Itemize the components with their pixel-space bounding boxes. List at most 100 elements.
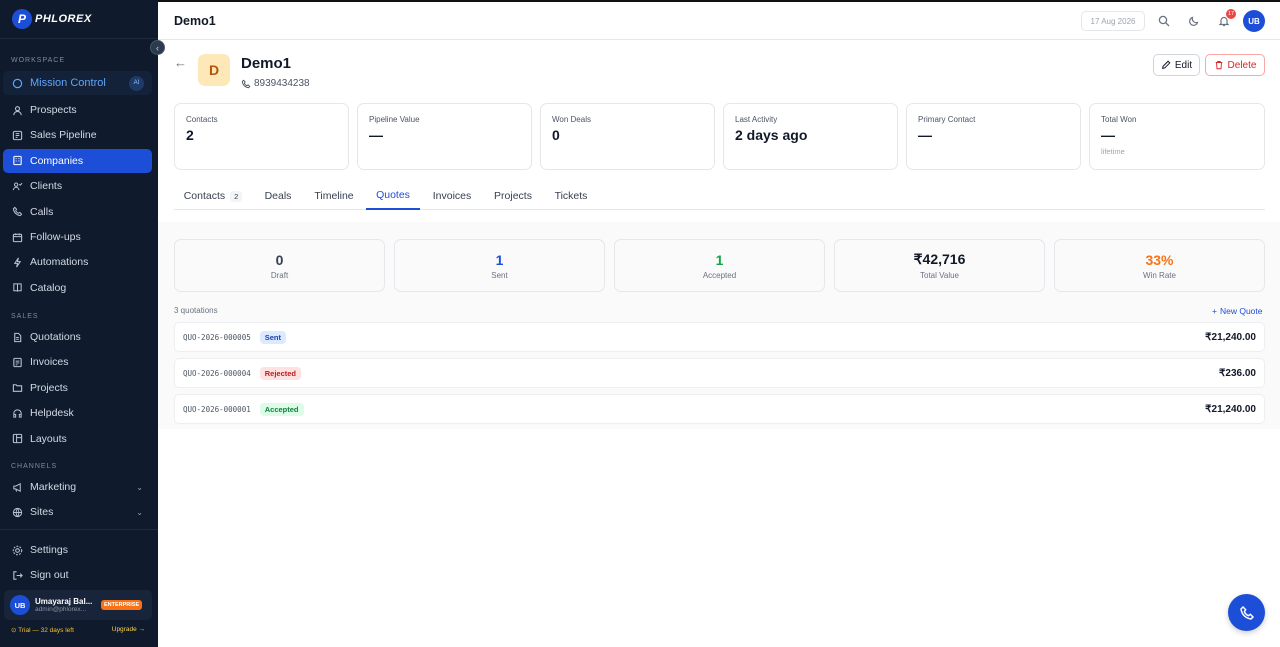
sidebar-item-label: Layouts xyxy=(30,432,67,445)
back-arrow-icon[interactable]: ← xyxy=(174,55,187,70)
globe-icon xyxy=(11,506,23,518)
user-card[interactable]: UB Umayaraj Bal... admin@phlorex... ENTE… xyxy=(4,590,152,620)
document-icon xyxy=(11,331,23,343)
avatar[interactable]: UB xyxy=(1243,10,1265,32)
sidebar-item-marketing[interactable]: Marketing ⌄ xyxy=(3,475,152,499)
tab-label: Quotes xyxy=(376,189,410,201)
summary-value: 1 xyxy=(495,251,504,268)
brand-logo[interactable]: P PHLOREX xyxy=(12,9,92,29)
tab-timeline[interactable]: Timeline xyxy=(308,182,360,210)
sidebar-item-follow-ups[interactable]: Follow-ups xyxy=(3,225,152,249)
quote-amount: ₹21,240.00 xyxy=(1205,331,1256,343)
tab-projects[interactable]: Projects xyxy=(488,182,538,210)
summary-card-draft: 0 Draft xyxy=(174,239,385,292)
new-quote-button[interactable]: + New Quote xyxy=(1212,306,1263,316)
stat-value: 2 days ago xyxy=(735,127,808,143)
sidebar-item-mission-control[interactable]: Mission Control AI xyxy=(3,71,152,95)
quote-amount: ₹236.00 xyxy=(1219,367,1256,379)
target-icon xyxy=(11,77,23,89)
clients-icon xyxy=(11,180,23,192)
sidebar-item-sign-out[interactable]: Sign out xyxy=(3,563,152,587)
sidebar-item-label: Companies xyxy=(30,154,84,167)
quote-amount: ₹21,240.00 xyxy=(1205,403,1256,415)
ai-badge: AI xyxy=(129,75,144,91)
sidebar-item-label: Clients xyxy=(30,180,63,193)
quote-row[interactable]: QUO-2026-000001 Accepted ₹21,240.00 xyxy=(174,394,1265,424)
stat-sub: lifetime xyxy=(1101,147,1125,156)
stat-label: Won Deals xyxy=(552,115,591,124)
summary-label: Sent xyxy=(491,270,508,280)
tab-label: Projects xyxy=(494,190,532,202)
edit-button[interactable]: Edit xyxy=(1153,54,1200,76)
status-badge: Accepted xyxy=(259,402,304,416)
tab-invoices[interactable]: Invoices xyxy=(426,182,478,210)
stat-value: — xyxy=(918,127,932,143)
phone-icon xyxy=(11,206,23,218)
sidebar-item-companies[interactable]: Companies xyxy=(3,148,152,173)
tab-label: Contacts xyxy=(183,190,226,202)
summary-label: Accepted xyxy=(702,270,737,280)
sidebar-item-invoices[interactable]: Invoices xyxy=(3,350,152,374)
stat-label: Total Won xyxy=(1101,115,1137,124)
brand-name: PHLOREX xyxy=(35,13,92,25)
stat-card-total-won: Total Won — lifetime xyxy=(1089,103,1265,170)
section-label-workspace: WORKSPACE xyxy=(11,57,65,64)
folder-icon xyxy=(11,382,23,394)
sidebar-item-label: Sales Pipeline xyxy=(30,129,97,142)
sidebar-item-settings[interactable]: Settings xyxy=(3,538,152,562)
sidebar-item-label: Follow-ups xyxy=(30,231,81,243)
sidebar-item-prospects[interactable]: Prospects xyxy=(3,98,152,122)
sidebar-item-label: Automations xyxy=(30,256,89,269)
trash-icon xyxy=(1215,61,1222,70)
stat-value: — xyxy=(369,127,383,143)
invoice-icon xyxy=(11,356,23,368)
tab-quotes[interactable]: Quotes xyxy=(366,182,420,210)
sidebar-collapse-button[interactable]: ‹ xyxy=(150,40,165,55)
tab-label: Invoices xyxy=(432,190,472,202)
headset-icon xyxy=(11,407,23,419)
quote-row[interactable]: QUO-2026-000004 Rejected ₹236.00 xyxy=(174,358,1265,388)
sidebar-item-label: Sites xyxy=(30,506,54,519)
upgrade-link[interactable]: Upgrade → xyxy=(112,626,145,633)
summary-value: 0 xyxy=(275,251,284,268)
delete-button[interactable]: Delete xyxy=(1205,54,1265,76)
edit-label: Edit xyxy=(1174,59,1193,71)
users-icon xyxy=(11,104,23,116)
search-icon[interactable] xyxy=(1157,14,1171,28)
quotation-count: 3 quotations xyxy=(174,306,218,315)
sidebar-item-helpdesk[interactable]: Helpdesk xyxy=(3,401,152,425)
tab-tickets[interactable]: Tickets xyxy=(548,182,594,210)
sidebar-item-clients[interactable]: Clients xyxy=(3,174,152,198)
quote-row[interactable]: QUO-2026-000005 Sent ₹21,240.00 xyxy=(174,322,1265,352)
tab-bar: Contacts 2 Deals Timeline Quotes Invoice… xyxy=(174,182,1265,210)
tab-label: Deals xyxy=(264,190,292,202)
tab-deals[interactable]: Deals xyxy=(258,182,298,210)
delete-label: Delete xyxy=(1227,59,1257,71)
sidebar-item-layouts[interactable]: Layouts xyxy=(3,427,152,451)
section-label-sales: SALES xyxy=(11,313,39,320)
page-title: Demo1 xyxy=(174,14,216,28)
stat-card-last-activity: Last Activity 2 days ago xyxy=(723,103,898,170)
sidebar-item-calls[interactable]: Calls xyxy=(3,200,152,224)
gear-icon xyxy=(11,544,23,556)
sidebar: P PHLOREX WORKSPACE Mission Control AI P… xyxy=(0,0,158,647)
summary-card-accepted: 1 Accepted xyxy=(614,239,825,292)
sidebar-item-label: Mission Control xyxy=(30,77,106,89)
summary-card-total-value: ₹42,716 Total Value xyxy=(834,239,1045,292)
sidebar-item-catalog[interactable]: Catalog xyxy=(3,276,152,300)
sidebar-item-sites[interactable]: Sites ⌄ xyxy=(3,500,152,524)
stat-card-won-deals: Won Deals 0 xyxy=(540,103,715,170)
company-name: Demo1 xyxy=(241,55,292,72)
building-icon xyxy=(11,155,23,167)
moon-icon[interactable] xyxy=(1187,14,1201,28)
phone-number: 8939434238 xyxy=(254,78,310,89)
call-fab-button[interactable] xyxy=(1228,594,1265,631)
sidebar-item-sales-pipeline[interactable]: Sales Pipeline xyxy=(3,123,152,147)
sidebar-item-projects[interactable]: Projects xyxy=(3,376,152,400)
sidebar-item-label: Catalog xyxy=(30,281,67,294)
status-badge: Sent xyxy=(259,330,286,344)
tab-contacts[interactable]: Contacts 2 xyxy=(174,182,252,210)
stat-label: Pipeline Value xyxy=(369,115,420,124)
sidebar-item-automations[interactable]: Automations xyxy=(3,250,152,274)
sidebar-item-quotations[interactable]: Quotations xyxy=(3,325,152,349)
